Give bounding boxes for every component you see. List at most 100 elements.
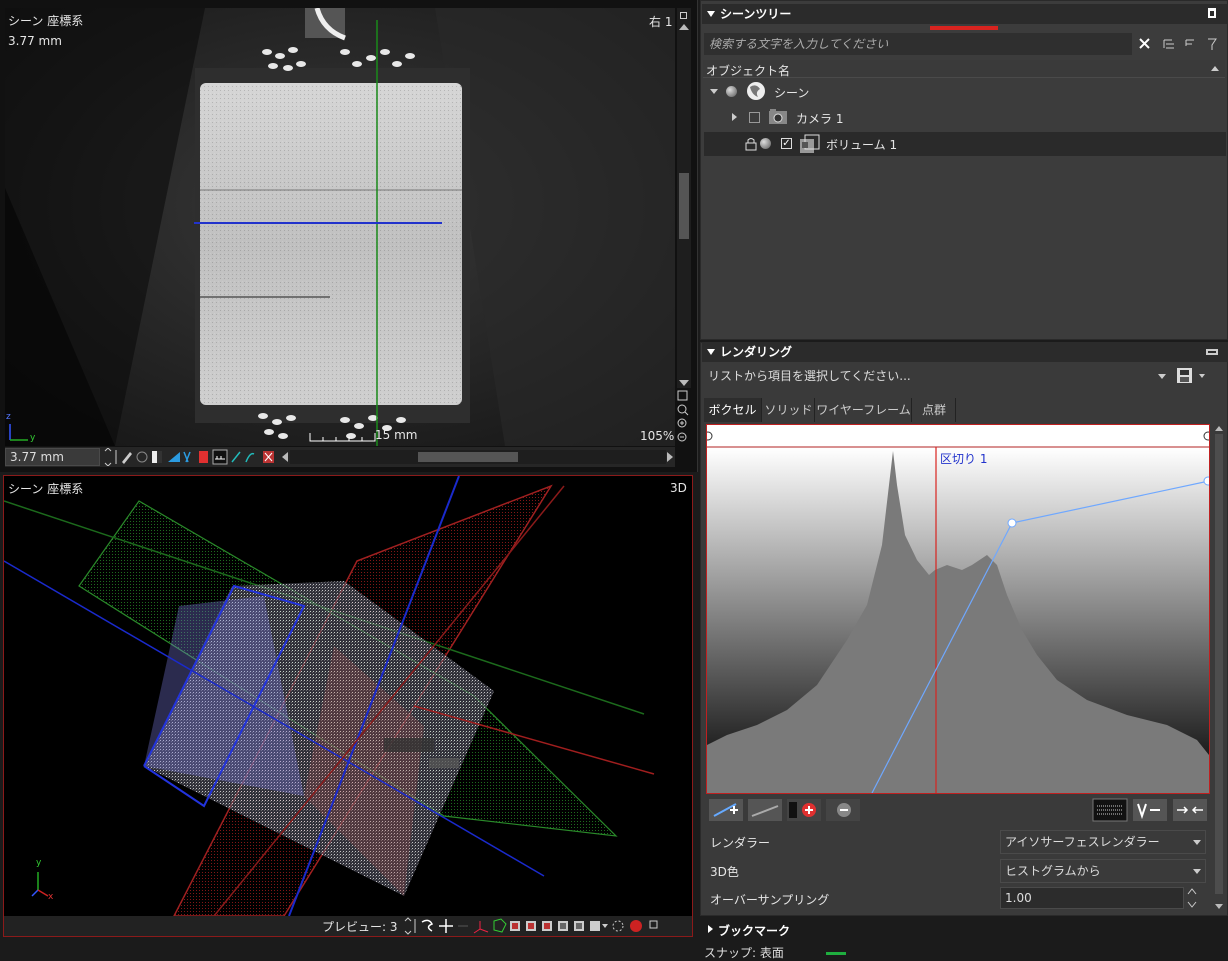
oversampling-label: オーバーサンプリング [710,893,830,907]
spinner-icon[interactable] [104,448,112,466]
color-3d-select[interactable]: ヒストグラムから [1000,859,1206,883]
top-axis-y: y [30,433,36,443]
zoom-level: 105% [640,429,675,443]
thickness-field[interactable]: 3.77 mm [5,448,100,466]
visibility-dot-icon[interactable] [760,138,771,149]
tab-wireframe[interactable]: ワイヤーフレーム [816,398,912,422]
scroll-up-arrow[interactable] [1215,426,1223,431]
top-horizontal-scrollbar[interactable] [290,450,666,464]
tree-item-scene[interactable]: シーン [704,80,1226,104]
opacity-node-left[interactable] [707,431,713,441]
horizontal-scroll-left[interactable] [282,452,288,462]
target-icon[interactable] [612,920,624,932]
collapse-all-icon[interactable] [1185,39,1194,46]
tree-item-volume[interactable]: ✓ ボリューム 1 [704,132,1226,156]
cube-menu-icon[interactable] [590,921,600,931]
window-level-icon[interactable] [168,452,180,462]
expand-arrow-icon[interactable] [708,925,713,933]
scroll-down-arrow[interactable] [1215,904,1223,909]
top-horizontal-scroll-thumb[interactable] [418,452,518,462]
tf-right-tools [1092,798,1207,822]
tree-item-label: カメラ 1 [796,112,844,126]
tab-point-cloud[interactable]: 点群 [913,398,956,422]
search-placeholder: 検索する文字を入力してください [709,37,889,51]
top-axis-z: z [6,412,11,422]
rendering-scroll-thumb[interactable] [1215,434,1223,894]
bottom-view-name: 3D [670,481,687,495]
tree-item-camera[interactable]: カメラ 1 [704,106,1226,130]
rendering-scrollbar[interactable] [1213,424,1225,912]
curve-node-end[interactable] [1203,476,1209,486]
transfer-function-editor[interactable] [706,424,1210,794]
preset-select[interactable]: リストから項目を選択してください... [703,365,1171,387]
ruler-icon[interactable] [212,449,228,465]
bottom-axis-y: y [36,858,42,868]
line-tool-icon[interactable] [231,451,241,463]
renderer-select[interactable]: アイソサーフェスレンダラー [1000,830,1206,854]
scroll-down-arrow[interactable] [679,380,689,386]
record-icon[interactable] [630,920,642,932]
save-dropdown-arrow-icon[interactable] [1199,374,1205,378]
column-header-label: オブジェクト名 [706,64,791,78]
tree-item-label: ボリューム 1 [826,138,898,152]
circle-tool-icon[interactable] [136,451,148,463]
visibility-dot-icon[interactable] [726,86,737,97]
rotate-icon[interactable] [421,919,434,932]
tab-label: ワイヤーフレーム [816,403,911,417]
maximize-view-icon[interactable] [680,12,687,19]
tab-label: ボクセル [708,403,757,417]
bookmark-header[interactable]: ブックマーク [700,918,1228,940]
cut-icon[interactable] [183,451,191,463]
bottom-3d-view[interactable] [3,475,693,937]
expand-all-icon[interactable] [1163,39,1174,49]
save-preset-button[interactable] [1175,367,1211,385]
rendering-pin-icon[interactable] [1206,349,1218,355]
zoom-icon[interactable] [677,404,687,414]
expand-arrow-icon[interactable] [710,89,718,94]
color-3d-dropdown-arrow[interactable] [1193,869,1201,874]
curve-tool-icon[interactable] [245,452,255,463]
tab-voxel[interactable]: ボクセル [704,398,762,422]
clear-search-icon[interactable] [1139,38,1150,49]
polygon-icon[interactable] [493,918,507,933]
red-marker-icon[interactable] [199,451,208,463]
preview-label: プレビュー: 3 [322,920,398,934]
camera-checkbox[interactable] [749,112,760,123]
expand-arrow-icon[interactable] [732,113,737,121]
pin-icon[interactable] [1208,8,1216,18]
collapse-arrow-icon[interactable] [707,349,715,355]
sort-arrow-icon[interactable] [1211,66,1219,71]
oversampling-spinner-icon[interactable] [1186,887,1198,909]
color-3d-label: 3D色 [710,865,739,879]
volume-checkbox[interactable]: ✓ [781,138,792,149]
bottom-coord-label: シーン 座標系 [8,482,84,496]
opacity-node-right[interactable] [1203,431,1209,441]
axes-icon[interactable] [473,921,489,934]
lock-icon[interactable] [744,137,758,151]
top-slice-viewport[interactable] [5,8,675,446]
fit-view-icon[interactable] [677,390,688,401]
oversampling-input[interactable]: 1.00 [1000,887,1184,909]
bottom-maximize-icon[interactable] [649,920,658,929]
scroll-up-arrow[interactable] [679,24,689,30]
divider-label: 区切り 1 [940,452,988,466]
scene-tree-header: シーンツリー [702,4,1228,24]
tab-label: ソリッド [764,403,813,417]
pan-icon[interactable] [439,919,453,933]
preset-dropdown-arrow[interactable] [1158,374,1166,379]
horizontal-scroll-right[interactable] [667,452,673,462]
tab-label: 点群 [921,403,946,417]
pen-icon[interactable] [122,452,132,464]
top-vertical-scroll-thumb[interactable] [679,173,689,239]
zoom-tools [677,390,689,442]
filter-icon[interactable] [1208,38,1217,50]
renderer-dropdown-arrow[interactable] [1193,840,1201,845]
curve-node[interactable] [1007,518,1017,528]
rendering-header: レンダリング [702,342,1228,362]
collapse-arrow-icon[interactable] [707,11,715,17]
tab-solid[interactable]: ソリッド [763,398,815,422]
scene-search-input[interactable]: 検索する文字を入力してください [704,33,1132,55]
volume-cube-icon [800,134,820,153]
top-vertical-scrollbar[interactable] [677,8,691,388]
preview-spinner-icon[interactable] [404,917,412,935]
